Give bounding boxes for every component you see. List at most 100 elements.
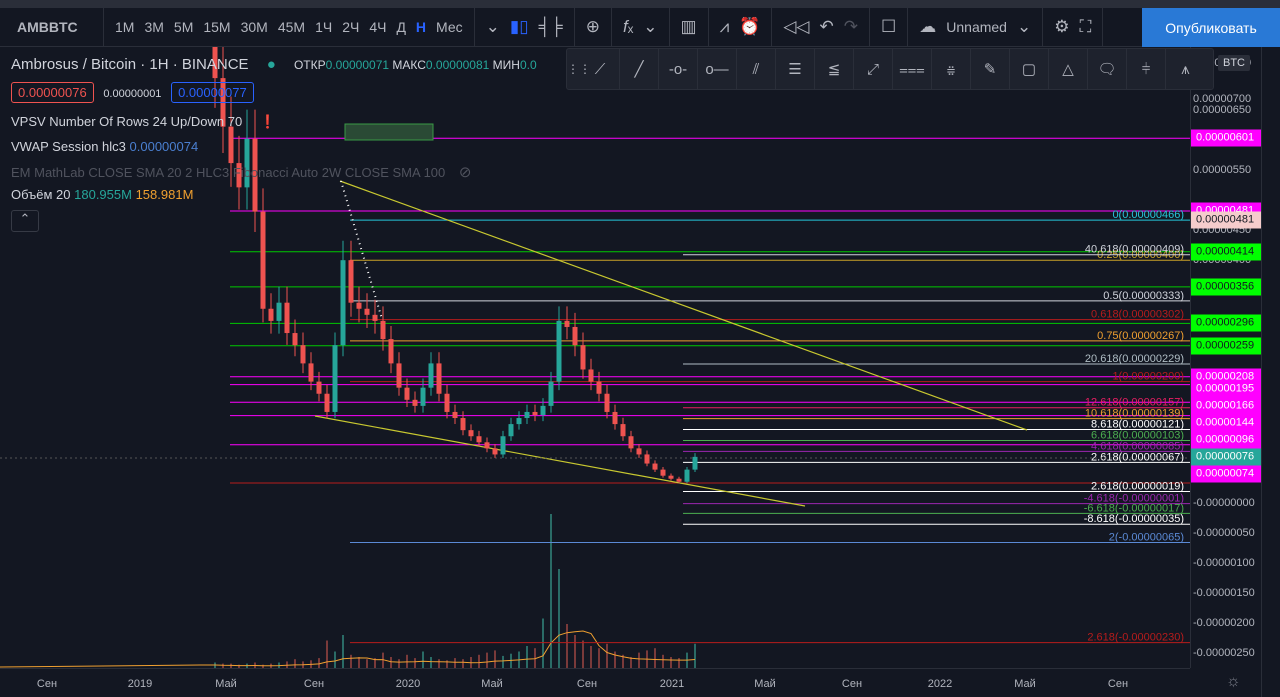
volume-bar-46 (582, 640, 584, 668)
price-label: 0.00000259 (1191, 337, 1261, 355)
volume-bar-26 (422, 651, 424, 668)
parallel-channel-icon[interactable]: ⫽ (737, 49, 776, 89)
volume-bar-30 (454, 658, 456, 668)
compare-plus-icon[interactable]: ⊕ (586, 17, 600, 37)
interval-3[interactable]: 15М (203, 19, 230, 35)
time-tick: Май (215, 678, 237, 690)
layout-name[interactable]: Unnamed (946, 19, 1007, 35)
layout-square-icon[interactable]: ☐ (881, 17, 896, 37)
volume-bar-19 (366, 659, 368, 668)
drawing-toolbar: ⋮⋮ ⟋ ╱ -o- o— ⫽ ☰ ≦ ⤢ ⩶ ⩷ ✎ ▢ △ 🗨 ⫩ ⩚ (566, 48, 1214, 90)
chart-type-icon[interactable]: ╡╞ (539, 17, 563, 37)
volume-bar-41 (542, 618, 544, 668)
candle-body-54 (644, 454, 650, 464)
redo-icon[interactable]: ↷ (844, 17, 858, 37)
candle-body-21 (380, 320, 386, 340)
fib_retracement-label-5: 1(0.00000200) (1112, 371, 1184, 383)
candles-icon[interactable]: ▮▯ (510, 17, 529, 37)
horizontal-line-icon[interactable]: -o- (659, 49, 698, 89)
trend-line-icon[interactable]: ⟋ (581, 49, 620, 89)
triangle-icon[interactable]: △ (1049, 49, 1088, 89)
price-tick: -0.00000250 (1193, 647, 1255, 659)
time-tick: Сен (36, 678, 58, 690)
replay-icon[interactable]: ◁◁ (783, 17, 809, 37)
hidden-eye-icon[interactable]: ⊘ (459, 164, 472, 181)
indicator-value: 0.00000074 (129, 139, 199, 154)
indicator-volume[interactable]: Объём 20 180.955M 158.981M (11, 187, 193, 202)
volume-bar-35 (494, 650, 496, 668)
volume-bar-22 (390, 657, 392, 668)
interval-10[interactable]: Н (416, 19, 426, 35)
candle-body-11 (300, 345, 306, 364)
chevron-down-icon[interactable]: ⌄ (486, 17, 500, 37)
candle-body-44 (564, 320, 570, 327)
price-tick: -0.00000150 (1193, 587, 1255, 599)
time-axis[interactable]: Сен 2019 Май Сен 2020 Май Сен 2021 Май Сен 2022 Май… (0, 668, 1190, 697)
candle-body-58 (676, 478, 682, 482)
volume-value: 180.955M (74, 187, 132, 202)
candle-body-10 (292, 333, 298, 346)
price-tick: -0.00000000 (1193, 497, 1255, 509)
volume-bar-47 (590, 646, 592, 668)
interval-4[interactable]: 30М (241, 19, 268, 35)
indicator-em-mathlab[interactable]: EM MathLab CLOSE SMA 20 2 HLC3 Fibonacci… (11, 163, 471, 181)
interval-9[interactable]: Д (396, 19, 405, 35)
ray-icon[interactable]: ╱ (620, 49, 659, 89)
fib-extension-icon[interactable]: ≦ (815, 49, 854, 89)
sell-button[interactable]: 0.00000076 (11, 82, 94, 103)
candle-body-39 (524, 411, 530, 419)
pitchfork-icon[interactable]: ⤢ (854, 49, 893, 89)
fullscreen-icon[interactable]: ⛶ (1079, 17, 1091, 37)
interval-5[interactable]: 45М (278, 19, 305, 35)
indicator-vwap[interactable]: VWAP Session hlc3 0.00000074 (11, 139, 198, 154)
candle-body-7 (268, 308, 274, 321)
settings-gear-icon[interactable]: ⚙ (1054, 17, 1069, 37)
indicators-fx-icon[interactable]: fₓ (623, 17, 633, 37)
interval-0[interactable]: 1М (115, 19, 134, 35)
interval-6[interactable]: 1Ч (315, 19, 332, 35)
time-tick: 2019 (127, 678, 153, 690)
price-range-icon[interactable]: ⫩ (1127, 49, 1166, 89)
indicator-vpsv[interactable]: VPSV Number Of Rows 24 Up/Down 70 ❗ (11, 114, 276, 130)
horizontal-ray-icon[interactable]: o— (698, 49, 737, 89)
callout-icon[interactable]: 🗨 (1088, 49, 1127, 89)
symbol-search[interactable]: AMBBTC (0, 7, 104, 47)
interval-8[interactable]: 4Ч (369, 19, 386, 35)
candle-body-29 (444, 393, 450, 412)
chevron-down-icon[interactable]: ⌄ (1017, 17, 1031, 37)
buy-button[interactable]: 0.00000077 (171, 82, 254, 103)
publish-button[interactable]: Опубликовать (1142, 8, 1280, 47)
templates-icon[interactable]: ⩘ (720, 17, 730, 37)
financials-icon[interactable]: ▥ (681, 17, 697, 37)
fib-retracement-icon[interactable]: ☰ (776, 49, 815, 89)
drag-handle-icon[interactable]: ⋮⋮ (567, 62, 591, 76)
rectangle-icon[interactable]: ▢ (1010, 49, 1049, 89)
candle-body-18 (356, 302, 362, 309)
candle-body-15 (332, 345, 338, 412)
alert-clock-icon[interactable]: ⏰ (739, 17, 760, 37)
time-tick: Май (754, 678, 776, 690)
fib_extension-label-11: -8.618(-0.00000035) (1084, 513, 1184, 525)
collapse-legend-button[interactable]: ⌃ (11, 210, 39, 232)
interval-11[interactable]: Мес (436, 19, 463, 35)
fib_extension-label-1: 20.618(0.00000229) (1085, 353, 1184, 365)
short-position-icon[interactable]: ⩷ (932, 49, 971, 89)
volume-bar-45 (574, 635, 576, 668)
symbol-name[interactable]: AMBBTC (17, 19, 78, 35)
brush-icon[interactable]: ✎ (971, 49, 1010, 89)
candle-body-22 (388, 339, 394, 364)
candle-body-13 (316, 381, 322, 394)
interval-1[interactable]: 3М (144, 19, 163, 35)
candle-body-45 (572, 326, 578, 346)
interval-7[interactable]: 2Ч (342, 19, 359, 35)
pattern-icon[interactable]: ⩚ (1166, 49, 1205, 89)
undo-icon[interactable]: ↶ (820, 17, 834, 37)
cloud-icon[interactable]: ☁ (919, 17, 936, 37)
chevron-down-icon[interactable]: ⌄ (643, 17, 657, 37)
error-icon[interactable]: ❗ (260, 114, 276, 129)
price-label: 0.00000144 (1191, 414, 1261, 432)
long-position-icon[interactable]: ⩶ (893, 49, 932, 89)
interval-2[interactable]: 5М (174, 19, 193, 35)
axis-settings-icon[interactable]: ☼ (1226, 673, 1241, 691)
candles (212, 47, 698, 484)
